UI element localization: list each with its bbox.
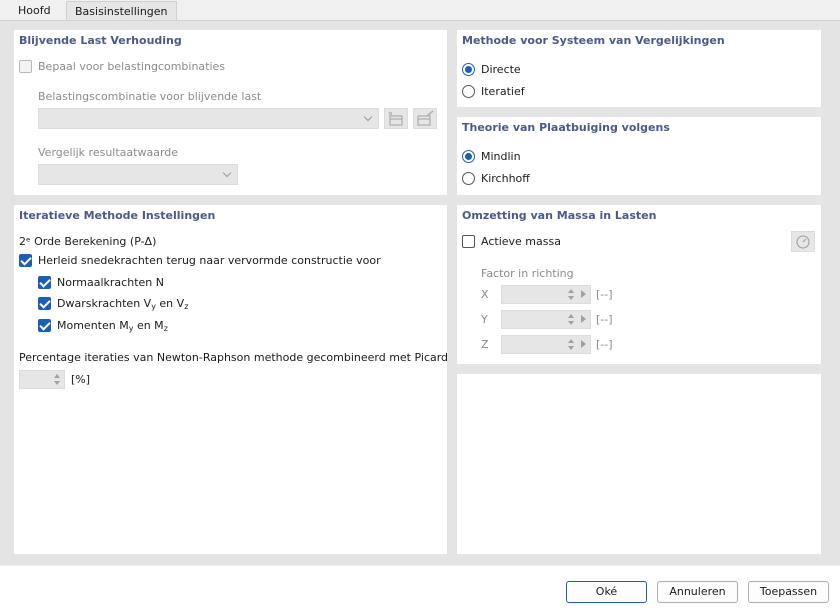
percentage-unit: [%] bbox=[71, 373, 91, 386]
factor-y-input[interactable] bbox=[501, 310, 591, 329]
ok-button[interactable]: Oké bbox=[566, 581, 647, 603]
percentage-input[interactable] bbox=[19, 370, 65, 389]
panel-title-theorie: Theorie van Plaatbuiging volgens bbox=[462, 121, 670, 134]
apply-button[interactable]: Toepassen bbox=[748, 581, 829, 603]
vergelijk-label: Vergelijk resultaatwaarde bbox=[38, 146, 179, 159]
panel-empty bbox=[457, 374, 821, 554]
bepaal-label: Bepaal voor belastingcombinaties bbox=[38, 60, 226, 73]
momenten-checkbox[interactable] bbox=[38, 319, 51, 332]
percentage-label: Percentage iteraties van Newton-Raphson … bbox=[19, 351, 449, 364]
actieve-massa-label: Actieve massa bbox=[481, 235, 561, 248]
momenten-label: Momenten My en Mz bbox=[57, 319, 168, 333]
factor-x-input[interactable] bbox=[501, 285, 591, 304]
spin-down-icon[interactable] bbox=[568, 321, 574, 325]
panel-theorie: Theorie van Plaatbuiging volgens Mindlin… bbox=[457, 117, 821, 195]
panel-methode: Methode voor Systeem van Vergelijkingen … bbox=[457, 30, 821, 107]
massa-settings-button[interactable] bbox=[791, 231, 815, 252]
bepaal-checkbox[interactable] bbox=[19, 60, 32, 73]
tab-bar: Hoofd Basisinstellingen bbox=[0, 0, 840, 20]
radio-directe-label: Directe bbox=[481, 63, 521, 76]
chevron-down-icon bbox=[222, 168, 232, 177]
spin-up-icon[interactable] bbox=[568, 314, 574, 318]
edit-combination-button[interactable] bbox=[413, 108, 437, 129]
spin-up-icon[interactable] bbox=[568, 289, 574, 293]
dwars-label: Dwarskrachten Vy en Vz bbox=[57, 297, 189, 311]
play-icon[interactable] bbox=[581, 340, 586, 348]
factor-label: Factor in richting bbox=[481, 267, 574, 280]
tab-basisinstellingen[interactable]: Basisinstellingen bbox=[66, 1, 177, 20]
tab-hoofd[interactable]: Hoofd bbox=[10, 1, 59, 20]
actieve-massa-checkbox[interactable] bbox=[462, 235, 475, 248]
axis-y-label: Y bbox=[481, 313, 488, 326]
cancel-button[interactable]: Annuleren bbox=[657, 581, 738, 603]
panel-massa: Omzetting van Massa in Lasten Actieve ma… bbox=[457, 205, 821, 364]
factor-z-input[interactable] bbox=[501, 335, 591, 354]
radio-mindlin-label: Mindlin bbox=[481, 150, 521, 163]
spin-up-icon[interactable] bbox=[54, 374, 60, 378]
play-icon[interactable] bbox=[581, 315, 586, 323]
panel-title-methode: Methode voor Systeem van Vergelijkingen bbox=[462, 34, 725, 47]
axis-x-label: X bbox=[481, 288, 489, 301]
spin-up-icon[interactable] bbox=[568, 339, 574, 343]
panel-title-massa: Omzetting van Massa in Lasten bbox=[462, 209, 657, 222]
radio-iteratief-label: Iteratief bbox=[481, 85, 525, 98]
spin-down-icon[interactable] bbox=[568, 346, 574, 350]
factor-x-unit: [--] bbox=[596, 288, 613, 301]
new-combination-button[interactable] bbox=[384, 108, 408, 129]
vergelijk-select[interactable] bbox=[38, 164, 238, 185]
dialog-footer: Oké Annuleren Toepassen bbox=[0, 566, 840, 613]
spin-down-icon[interactable] bbox=[54, 381, 60, 385]
orde-label: 2ᵉ Orde Berekening (P-Δ) bbox=[19, 235, 157, 248]
spin-down-icon[interactable] bbox=[568, 296, 574, 300]
radio-kirchhoff-label: Kirchhoff bbox=[481, 172, 530, 185]
radio-kirchhoff[interactable] bbox=[462, 172, 475, 185]
radio-directe[interactable] bbox=[462, 63, 475, 76]
factor-y-unit: [--] bbox=[596, 313, 613, 326]
combi-select[interactable] bbox=[38, 108, 379, 129]
edit-item-icon bbox=[417, 110, 434, 126]
panel-iteratief: Iteratieve Methode Instellingen 2ᵉ Orde … bbox=[14, 205, 449, 554]
combi-label: Belastingscombinatie voor blijvende last bbox=[38, 90, 262, 103]
factor-z-unit: [--] bbox=[596, 338, 613, 351]
normaal-checkbox[interactable] bbox=[38, 276, 51, 289]
panel-blijvende-last: Blijvende Last Verhouding Bepaal voor be… bbox=[14, 30, 447, 195]
dwars-checkbox[interactable] bbox=[38, 297, 51, 310]
herleid-label: Herleid snedekrachten terug naar vervorm… bbox=[38, 254, 381, 267]
panel-title-iteratief: Iteratieve Methode Instellingen bbox=[19, 209, 216, 222]
panel-title-blijvende: Blijvende Last Verhouding bbox=[19, 34, 182, 47]
normaal-label: Normaalkrachten N bbox=[57, 276, 164, 289]
content-area: Blijvende Last Verhouding Bepaal voor be… bbox=[0, 20, 840, 565]
chevron-down-icon bbox=[363, 112, 373, 121]
herleid-checkbox[interactable] bbox=[19, 254, 32, 267]
radio-iteratief[interactable] bbox=[462, 85, 475, 98]
radio-mindlin[interactable] bbox=[462, 150, 475, 163]
axis-z-label: Z bbox=[481, 338, 489, 351]
new-item-icon bbox=[388, 111, 403, 126]
gauge-icon bbox=[796, 235, 810, 249]
play-icon[interactable] bbox=[581, 290, 586, 298]
